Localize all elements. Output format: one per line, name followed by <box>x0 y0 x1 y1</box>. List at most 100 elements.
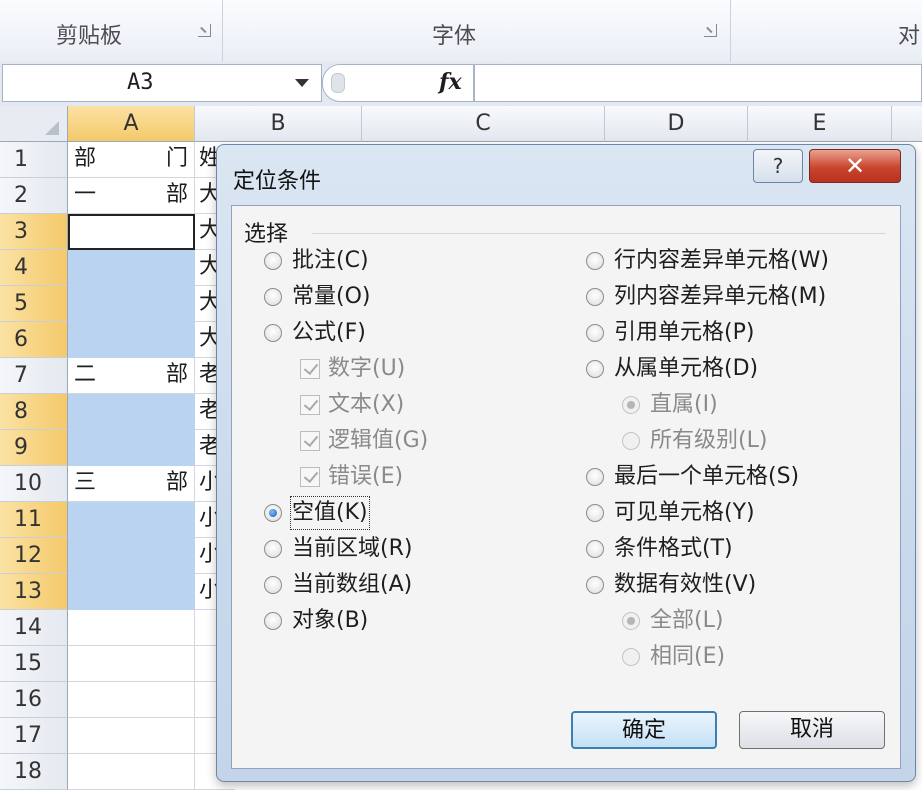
dialog-title: 定位条件 <box>233 169 322 194</box>
font-group: 字体 <box>222 0 731 62</box>
row-header[interactable]: 15 <box>0 646 68 682</box>
cancel-button[interactable]: 取消 <box>739 711 885 749</box>
alignment-group-label: 对 <box>898 24 921 49</box>
option-label: 当前区域(R) <box>292 536 413 561</box>
close-button[interactable]: ✕ <box>809 149 901 183</box>
row-header[interactable]: 11 <box>0 502 68 538</box>
row-header[interactable]: 12 <box>0 538 68 574</box>
active-cell[interactable] <box>68 214 195 250</box>
cell-a[interactable] <box>68 754 195 790</box>
name-box[interactable]: A3 <box>2 64 322 102</box>
column-header-b[interactable]: B <box>195 106 362 142</box>
row-header[interactable]: 2 <box>0 178 68 214</box>
formula-input[interactable] <box>474 64 922 102</box>
radio-icon <box>622 432 640 450</box>
radio-icon[interactable] <box>264 252 282 270</box>
radio-icon[interactable] <box>586 540 604 558</box>
font-dialog-launcher-icon[interactable] <box>704 24 717 37</box>
cell-a[interactable] <box>68 646 195 682</box>
help-button[interactable]: ? <box>753 149 803 183</box>
cell-a[interactable] <box>68 574 195 610</box>
row-header[interactable]: 7 <box>0 358 68 394</box>
formula-bar-controls: fx <box>322 64 474 102</box>
cell-a[interactable] <box>68 250 195 286</box>
formula-bar: A3 fx <box>0 62 922 107</box>
radio-icon[interactable] <box>586 468 604 486</box>
checkbox-icon <box>300 467 320 487</box>
name-box-value: A3 <box>127 70 154 95</box>
column-header-d[interactable]: D <box>605 106 748 142</box>
row-header[interactable]: 1 <box>0 142 68 178</box>
row-header[interactable]: 18 <box>0 754 68 790</box>
radio-icon[interactable] <box>264 288 282 306</box>
option-label: 列内容差异单元格(M) <box>614 284 827 309</box>
radio-icon[interactable] <box>264 612 282 630</box>
option-label: 公式(F) <box>292 320 366 345</box>
radio-icon[interactable] <box>586 360 604 378</box>
radio-icon[interactable] <box>586 576 604 594</box>
radio-icon[interactable] <box>586 288 604 306</box>
radio-checked-icon <box>622 612 640 630</box>
cell-a[interactable]: 一部 <box>68 178 195 214</box>
cell-a[interactable] <box>68 286 195 322</box>
column-header-f[interactable] <box>892 106 922 142</box>
cell-a[interactable]: 三部 <box>68 466 195 502</box>
select-all-corner[interactable] <box>0 106 68 142</box>
cell-a[interactable] <box>68 394 195 430</box>
cell-a[interactable] <box>68 610 195 646</box>
row-header[interactable]: 17 <box>0 718 68 754</box>
checkbox-icon <box>300 395 320 415</box>
row-header[interactable]: 14 <box>0 610 68 646</box>
option-label: 从属单元格(D) <box>614 356 759 381</box>
cell-a[interactable] <box>68 430 195 466</box>
row-header[interactable]: 13 <box>0 574 68 610</box>
cell-text-right: 部 <box>165 362 188 387</box>
clipboard-group: 剪贴板 <box>0 0 223 62</box>
row-header[interactable]: 4 <box>0 250 68 286</box>
cell-a[interactable] <box>68 682 195 718</box>
radio-icon[interactable] <box>586 504 604 522</box>
row-header[interactable]: 10 <box>0 466 68 502</box>
dialog-body: 选择 批注(C) 常量(O) 公式(F) 数字(U) 文本(X) 逻辑值(G) 错误(E) 空… <box>231 205 901 769</box>
cell-a[interactable] <box>68 538 195 574</box>
row-header[interactable]: 6 <box>0 322 68 358</box>
row-header[interactable]: 16 <box>0 682 68 718</box>
radio-checked-icon[interactable] <box>264 504 282 522</box>
cell-text-right: 部 <box>165 470 188 495</box>
radio-icon[interactable] <box>264 576 282 594</box>
option-label: 逻辑值(G) <box>328 428 429 453</box>
cell-a[interactable] <box>68 502 195 538</box>
option-label: 文本(X) <box>328 392 405 417</box>
radio-icon[interactable] <box>586 252 604 270</box>
cell-a[interactable] <box>68 322 195 358</box>
radio-icon[interactable] <box>264 540 282 558</box>
clipboard-dialog-launcher-icon[interactable] <box>198 24 211 37</box>
insert-function-icon[interactable]: fx <box>439 69 462 95</box>
cell-text-left: 三 <box>74 470 97 495</box>
column-header-e[interactable]: E <box>748 106 892 142</box>
radio-icon[interactable] <box>586 324 604 342</box>
row-header[interactable]: 3 <box>0 214 68 250</box>
cell-text-right: 门 <box>165 146 188 171</box>
radio-icon[interactable] <box>264 324 282 342</box>
cell-a[interactable]: 二部 <box>68 358 195 394</box>
option-label: 常量(O) <box>292 284 371 309</box>
row-header[interactable]: 5 <box>0 286 68 322</box>
cell-a[interactable]: 部门 <box>68 142 195 178</box>
option-label: 数字(U) <box>328 356 406 381</box>
row-header[interactable]: 9 <box>0 430 68 466</box>
column-header-c[interactable]: C <box>362 106 605 142</box>
cell-text-right: 部 <box>165 182 188 207</box>
radio-icon <box>622 648 640 666</box>
ok-button[interactable]: 确定 <box>571 711 717 749</box>
row-header[interactable]: 8 <box>0 394 68 430</box>
checkbox-icon <box>300 359 320 379</box>
option-label: 空值(K) <box>290 496 370 530</box>
cell-a[interactable] <box>68 718 195 754</box>
option-label: 最后一个单元格(S) <box>614 464 800 489</box>
chevron-down-icon[interactable] <box>295 79 309 87</box>
font-group-label: 字体 <box>432 24 477 49</box>
option-label: 错误(E) <box>328 464 404 489</box>
column-header-a[interactable]: A <box>68 106 195 142</box>
resize-grip-icon[interactable] <box>331 73 345 93</box>
